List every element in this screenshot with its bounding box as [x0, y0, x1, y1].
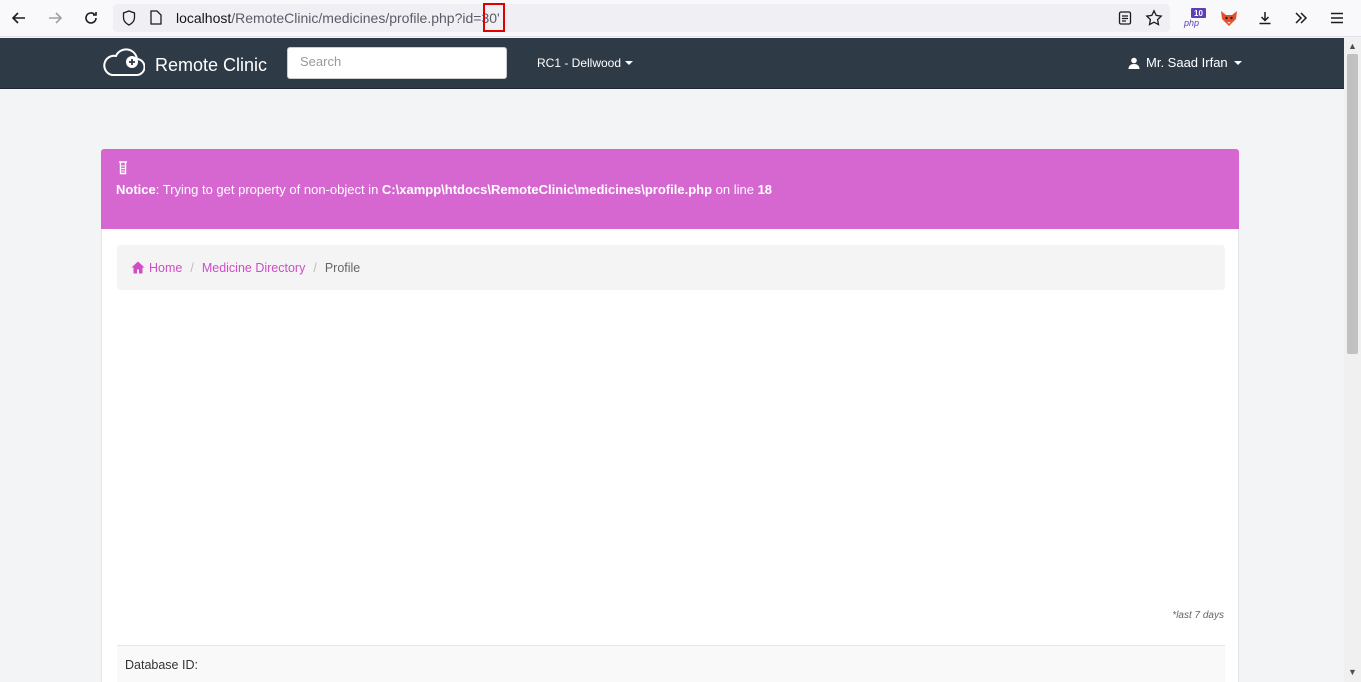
php-badge-count: 10 [1194, 9, 1203, 18]
brand-title: Remote Clinic [155, 55, 268, 75]
cloud-logo-icon [101, 48, 146, 83]
clinic-label: RC1 - Dellwood [537, 56, 622, 70]
more-tools-icon[interactable] [1290, 7, 1312, 29]
app-navbar: Remote Clinic Search RC1 - Dellwood Mr. … [0, 38, 1344, 89]
shield-icon[interactable] [122, 10, 136, 31]
user-name: Mr. Saad Irfan [1146, 55, 1228, 70]
database-id-label: Database ID: [125, 658, 198, 672]
database-id-row: Database ID: [117, 646, 1225, 682]
chevron-down-icon [625, 61, 634, 65]
breadcrumb-separator: / [313, 260, 317, 275]
download-icon[interactable] [1254, 7, 1276, 29]
brand-link[interactable]: Remote Clinic [101, 48, 267, 83]
notice-body: : Trying to get property of non-object i… [155, 182, 382, 197]
page-scrollbar[interactable]: ▲ ▼ [1344, 38, 1361, 682]
notice-message: Notice: Trying to get property of non-ob… [116, 182, 772, 197]
browser-toolbar: localhost/RemoteClinic/medicines/profile… [0, 0, 1361, 37]
svg-text:php: php [1183, 18, 1199, 28]
scroll-down-icon[interactable]: ▼ [1348, 668, 1357, 677]
search-placeholder: Search [300, 54, 342, 69]
notice-alert: Notice: Trying to get property of non-ob… [101, 149, 1239, 229]
breadcrumb-separator: / [190, 260, 194, 275]
url-host: localhost [176, 10, 232, 26]
profile-panel: Home / Medicine Directory / Profile *las… [101, 229, 1239, 682]
notice-on-line: on line [712, 182, 758, 197]
last-7-days-note: *last 7 days [1172, 610, 1224, 621]
reader-view-icon[interactable] [1114, 7, 1136, 29]
breadcrumb-current: Profile [324, 260, 361, 275]
clinic-dropdown[interactable]: RC1 - Dellwood [537, 56, 634, 70]
notice-label: Notice [116, 182, 156, 197]
flask-icon [118, 161, 128, 180]
back-icon[interactable] [7, 7, 31, 29]
php-extension-icon[interactable]: 10 php [1182, 7, 1208, 29]
scroll-up-icon[interactable]: ▲ [1348, 42, 1357, 51]
notice-path: C:\xampp\htdocs\RemoteClinic\medicines\p… [381, 182, 713, 197]
page-icon[interactable] [150, 10, 162, 30]
bookmark-star-icon[interactable] [1143, 7, 1165, 29]
url-text[interactable]: localhost/RemoteClinic/medicines/profile… [176, 10, 500, 26]
scroll-thumb[interactable] [1347, 54, 1358, 354]
fox-extension-icon[interactable] [1218, 7, 1240, 29]
reload-icon[interactable] [79, 7, 103, 29]
user-dropdown[interactable]: Mr. Saad Irfan [1128, 55, 1242, 70]
home-icon[interactable] [131, 261, 145, 274]
user-icon [1128, 57, 1140, 69]
breadcrumb-medicine-directory[interactable]: Medicine Directory [202, 261, 306, 275]
breadcrumb: Home / Medicine Directory / Profile [117, 245, 1225, 290]
breadcrumb-home[interactable]: Home [149, 261, 182, 275]
url-path: /RemoteClinic/medicines/profile.php?id=3… [231, 10, 500, 26]
hamburger-menu-icon[interactable] [1326, 7, 1348, 29]
url-highlight-box [483, 3, 505, 32]
notice-line: 18 [757, 182, 773, 197]
search-input[interactable]: Search [287, 47, 507, 79]
forward-icon[interactable] [43, 7, 67, 29]
chevron-down-icon [1233, 60, 1242, 65]
